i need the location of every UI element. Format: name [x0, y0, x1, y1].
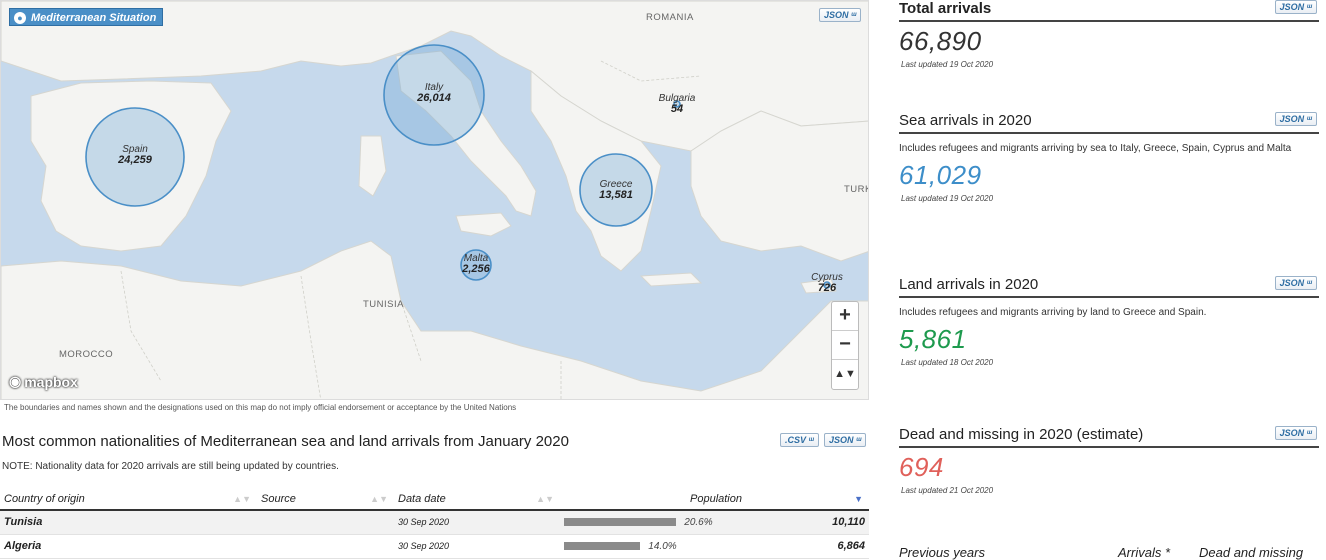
compass-button[interactable]: ▲▼: [832, 360, 858, 389]
stat-sea-title: Sea arrivals in 2020: [899, 112, 1319, 134]
map-title: Mediterranean Situation: [31, 12, 157, 24]
stat-dead-updated: Last updated 21 Oct 2020: [901, 486, 994, 495]
map-json-button[interactable]: JSON ᵚ: [819, 8, 862, 22]
sort-desc-icon: ▼: [854, 494, 863, 504]
nationalities-table: Country of origin ▲▼ Source ▲▼ Data date ▲▼…: [0, 488, 869, 559]
stat-total: Total arrivals JSON ᵚ 66,890 Last update…: [899, 0, 1319, 69]
nationalities-note: NOTE: Nationality data for 2020 arrivals…: [2, 461, 339, 472]
pct-bar: [564, 518, 677, 527]
previous-years-label: Previous years: [899, 545, 985, 560]
rss-icon: ᵚ: [808, 435, 814, 445]
nationalities-title: Most common nationalities of Mediterrane…: [2, 433, 569, 450]
table-row[interactable]: Tunisia 30 Sep 2020 20.6% 10,110: [0, 510, 869, 535]
cell-population: 10,110: [805, 510, 869, 535]
cell-pct: 14.0%: [560, 534, 806, 559]
sort-icon: ▲▼: [370, 494, 388, 504]
zoom-out-button[interactable]: −: [832, 331, 858, 360]
cell-country: Algeria: [0, 534, 257, 559]
rss-icon: ᵚ: [1306, 428, 1312, 438]
bubble-label-cyprus[interactable]: Cyprus 726: [811, 272, 843, 294]
column-header-source[interactable]: Source ▲▼: [257, 488, 394, 511]
stat-sea-json-button[interactable]: JSON ᵚ: [1274, 112, 1317, 126]
pct-bar: [564, 541, 641, 550]
nationalities-csv-button[interactable]: .CSV ᵚ: [780, 433, 819, 447]
stat-land-title: Land arrivals in 2020: [899, 276, 1319, 298]
cell-source: [257, 510, 394, 535]
stat-dead-json-button[interactable]: JSON ᵚ: [1274, 426, 1317, 440]
stat-land-value: 5,861: [899, 324, 967, 354]
country-label-turkey: TURK: [844, 184, 868, 195]
sort-icon: ▲▼: [233, 494, 251, 504]
stat-dead: Dead and missing in 2020 (estimate) JSON…: [899, 426, 1319, 495]
rss-icon: ᵚ: [856, 435, 862, 445]
table-row[interactable]: Algeria 30 Sep 2020 14.0% 6,864: [0, 534, 869, 559]
rss-icon: ᵚ: [1306, 2, 1312, 12]
sort-icon: ▲▼: [536, 494, 554, 504]
column-header-population[interactable]: Population ▼: [560, 488, 869, 511]
stat-total-updated: Last updated 19 Oct 2020: [901, 60, 994, 69]
map[interactable]: ROMANIA TURK TUNISIA MOROCCO Spain24,259…: [0, 0, 869, 400]
country-label-romania: ROMANIA: [646, 12, 694, 23]
cell-population: 6,864: [805, 534, 869, 559]
cell-country: Tunisia: [0, 510, 257, 535]
bubble-label-italy[interactable]: Italy 26,014: [417, 82, 451, 104]
stat-total-title: Total arrivals: [899, 0, 1319, 22]
mapbox-logo[interactable]: ◉ mapbox: [9, 373, 78, 390]
dead-missing-label: Dead and missing: [1199, 545, 1304, 560]
map-title-badge: ● Mediterranean Situation: [9, 8, 164, 26]
arrivals-label: Arrivals *: [1118, 545, 1171, 560]
rss-icon: ᵚ: [1306, 278, 1312, 288]
nationalities-json-button[interactable]: JSON ᵚ: [824, 433, 867, 447]
stat-dead-title: Dead and missing in 2020 (estimate): [899, 426, 1319, 448]
stat-sea-updated: Last updated 19 Oct 2020: [901, 194, 994, 203]
stat-land: Land arrivals in 2020 JSON ᵚ Includes re…: [899, 276, 1319, 367]
rss-icon: ᵚ: [1306, 114, 1312, 124]
cell-source: [257, 534, 394, 559]
stat-land-updated: Last updated 18 Oct 2020: [901, 358, 994, 367]
cell-date: 30 Sep 2020: [394, 534, 560, 559]
stat-sea-desc: Includes refugees and migrants arriving …: [899, 143, 1292, 154]
bubble-label-bulgaria[interactable]: Bulgaria 54: [659, 93, 696, 115]
mapbox-icon: ◉: [9, 373, 22, 389]
cell-pct: 20.6%: [560, 510, 806, 535]
column-header-country[interactable]: Country of origin ▲▼: [0, 488, 257, 511]
country-label-morocco: MOROCCO: [59, 349, 114, 360]
stat-total-value: 66,890: [899, 26, 982, 56]
stat-land-json-button[interactable]: JSON ᵚ: [1274, 276, 1317, 290]
stat-land-desc: Includes refugees and migrants arriving …: [899, 307, 1207, 318]
zoom-control: + − ▲▼: [831, 301, 859, 390]
stat-sea-value: 61,029: [899, 160, 982, 190]
rss-icon: ᵚ: [851, 10, 857, 20]
map-disclaimer: The boundaries and names shown and the d…: [4, 403, 517, 412]
globe-icon: ●: [14, 12, 26, 24]
cell-date: 30 Sep 2020: [394, 510, 560, 535]
map-basemap: [1, 1, 868, 399]
bubble-label-spain[interactable]: Spain 24,259: [118, 144, 152, 166]
bubble-label-greece[interactable]: Greece 13,581: [599, 179, 633, 201]
zoom-in-button[interactable]: +: [832, 302, 858, 331]
bubble-label-malta[interactable]: Malta 2,256: [462, 253, 490, 275]
column-header-date[interactable]: Data date ▲▼: [394, 488, 560, 511]
stat-total-json-button[interactable]: JSON ᵚ: [1274, 0, 1317, 14]
stat-dead-value: 694: [899, 452, 944, 482]
stat-sea: Sea arrivals in 2020 JSON ᵚ Includes ref…: [899, 112, 1319, 203]
country-label-tunisia: TUNISIA: [363, 299, 404, 310]
